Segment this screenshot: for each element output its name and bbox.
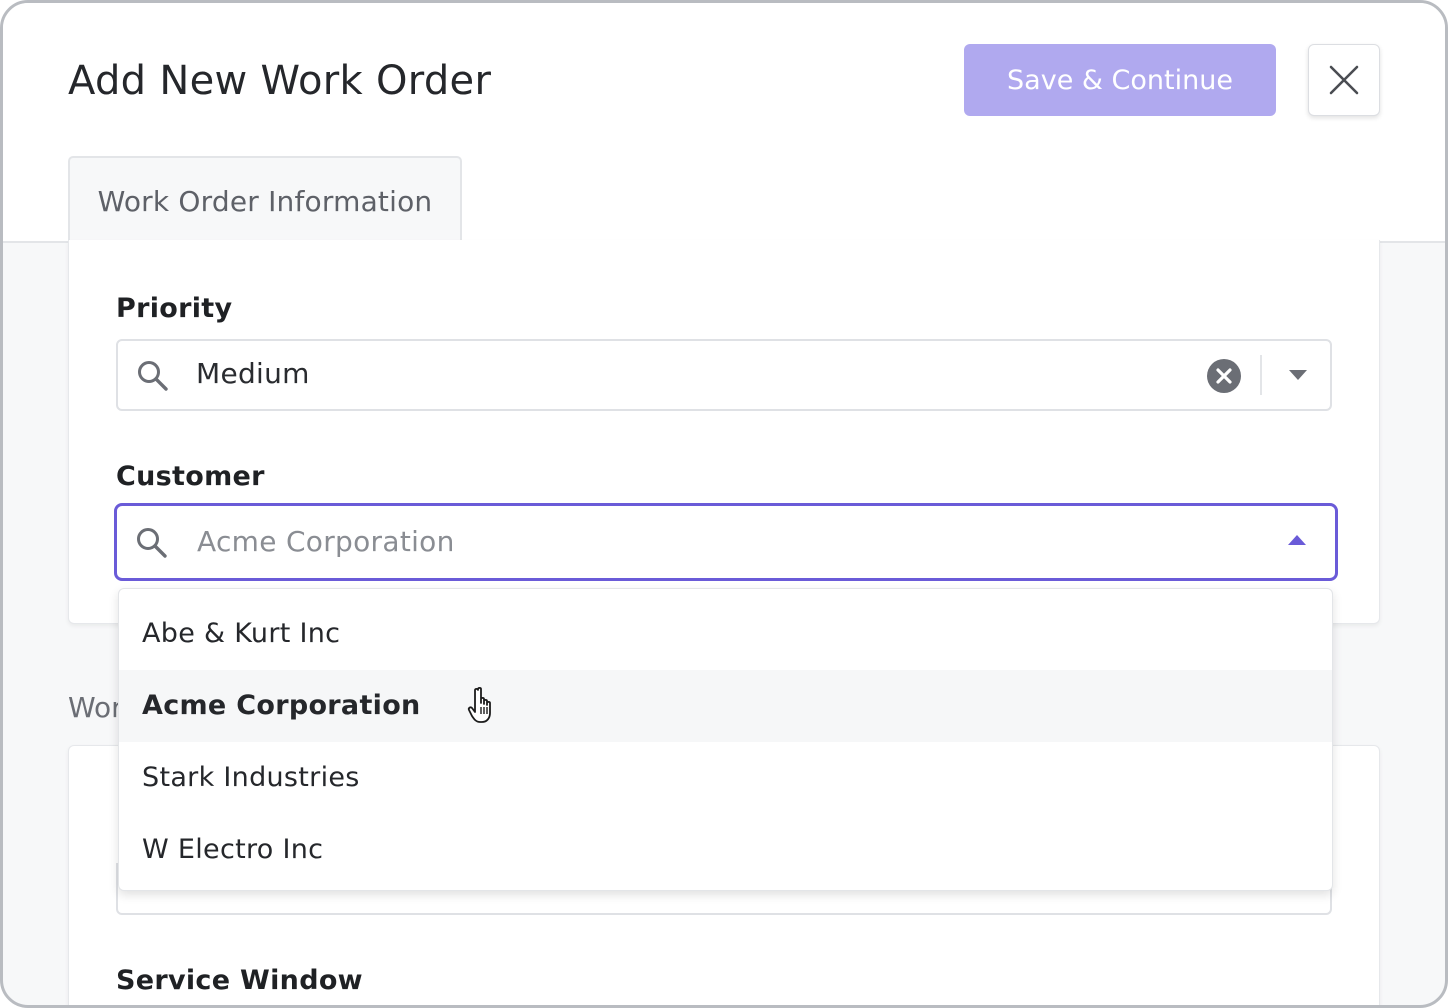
hand-pointer-icon [467, 686, 491, 723]
search-icon [138, 361, 168, 391]
dropdown-option[interactable]: Abe & Kurt Inc [119, 598, 1332, 670]
customer-select[interactable]: Acme Corporation [114, 503, 1338, 581]
clear-circle-icon[interactable] [1206, 358, 1242, 394]
field-separator [1260, 355, 1262, 395]
modal-window: Add New Work Order Save & Continue Work … [0, 0, 1448, 1008]
search-icon [137, 528, 167, 558]
dropdown-option-hovered[interactable]: Acme Corporation [119, 670, 1332, 742]
close-button[interactable] [1308, 44, 1380, 116]
customer-dropdown-menu: Abe & Kurt Inc Acme Corporation Stark In… [118, 588, 1333, 891]
caret-down-icon[interactable] [1288, 369, 1308, 381]
customer-input-placeholder[interactable]: Acme Corporation [197, 525, 455, 558]
dropdown-option[interactable]: W Electro Inc [119, 814, 1332, 886]
section-label-work: Wor [68, 691, 123, 724]
priority-label: Priority [116, 293, 233, 324]
priority-select[interactable]: Medium [116, 339, 1332, 411]
modal-title: Add New Work Order [68, 58, 492, 104]
save-continue-button[interactable]: Save & Continue [964, 44, 1276, 116]
modal-header: Add New Work Order Save & Continue Work … [3, 3, 1445, 245]
tab-work-order-information[interactable]: Work Order Information [68, 156, 462, 245]
service-window-label: Service Window [116, 965, 363, 996]
customer-label: Customer [116, 461, 265, 492]
caret-up-icon[interactable] [1287, 534, 1307, 546]
dropdown-option[interactable]: Stark Industries [119, 742, 1332, 814]
priority-value: Medium [196, 357, 310, 390]
close-icon [1329, 65, 1359, 95]
